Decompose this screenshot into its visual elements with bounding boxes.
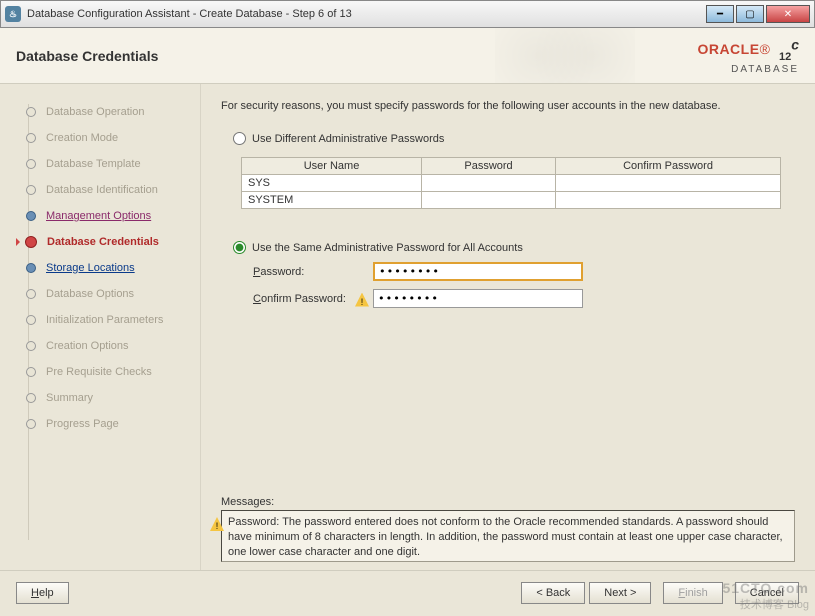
user-cell: SYS (242, 175, 422, 192)
step-database-operation: Database Operation (8, 100, 192, 124)
col-user-name: User Name (242, 158, 422, 175)
step-creation-options: Creation Options (8, 334, 192, 358)
password-field-row: Password: (253, 262, 795, 281)
col-confirm-password: Confirm Password (556, 158, 781, 175)
radio-different-input[interactable] (233, 132, 246, 145)
table-row: SYSTEM (242, 192, 781, 209)
messages-section: Messages: ! Password: The password enter… (221, 496, 795, 562)
brand-name: ORACLE (697, 40, 759, 56)
banner: Database Credentials ORACLE® 12c DATABAS… (0, 28, 815, 84)
confirm-password-field-row: Confirm Password: ! (253, 289, 795, 308)
step-progress-page: Progress Page (8, 412, 192, 436)
table-row: SYS (242, 175, 781, 192)
password-input[interactable] (373, 262, 583, 281)
step-summary: Summary (8, 386, 192, 410)
col-password: Password (422, 158, 556, 175)
minimize-button[interactable]: ━ (706, 5, 734, 23)
password-table: User Name Password Confirm Password SYS … (241, 157, 781, 209)
footer: Help < Back Next > Finish Cancel (0, 570, 815, 614)
message-text: Password: The password entered does not … (228, 515, 788, 557)
back-button[interactable]: < Back (521, 582, 585, 604)
content-area: For security reasons, you must specify p… (200, 84, 815, 570)
radio-same-password[interactable]: Use the Same Administrative Password for… (233, 241, 795, 254)
step-database-template: Database Template (8, 152, 192, 176)
next-button[interactable]: Next > (589, 582, 651, 604)
password-cell[interactable] (422, 175, 556, 192)
close-button[interactable]: ✕ (766, 5, 810, 23)
window-controls: ━ ▢ ✕ (706, 5, 810, 23)
java-icon: ♨ (5, 6, 21, 22)
password-label: Password: (253, 266, 373, 278)
main: Database Operation Creation Mode Databas… (0, 84, 815, 570)
step-storage-locations[interactable]: Storage Locations (8, 256, 192, 280)
step-database-options: Database Options (8, 282, 192, 306)
help-button[interactable]: Help (16, 582, 69, 604)
wizard-sidebar: Database Operation Creation Mode Databas… (0, 84, 200, 570)
password-cell[interactable] (422, 192, 556, 209)
step-database-identification: Database Identification (8, 178, 192, 202)
messages-label: Messages: (221, 496, 795, 508)
page-title: Database Credentials (16, 48, 158, 64)
product-name: DATABASE (697, 65, 799, 75)
confirm-password-input[interactable] (373, 289, 583, 308)
titlebar: ♨ Database Configuration Assistant - Cre… (0, 0, 815, 28)
confirm-password-label: Confirm Password: (253, 293, 373, 305)
step-database-credentials: Database Credentials (8, 230, 192, 254)
maximize-button[interactable]: ▢ (736, 5, 764, 23)
step-management-options[interactable]: Management Options (8, 204, 192, 228)
info-text: For security reasons, you must specify p… (221, 100, 795, 112)
step-creation-mode: Creation Mode (8, 126, 192, 150)
oracle-logo: ORACLE® 12c DATABASE (697, 37, 799, 75)
radio-different-passwords[interactable]: Use Different Administrative Passwords (233, 132, 795, 145)
window-title: Database Configuration Assistant - Creat… (27, 8, 706, 20)
cancel-button[interactable]: Cancel (735, 582, 799, 604)
step-pre-requisite-checks: Pre Requisite Checks (8, 360, 192, 384)
table-header-row: User Name Password Confirm Password (242, 158, 781, 175)
user-cell: SYSTEM (242, 192, 422, 209)
warning-icon: ! (210, 517, 224, 531)
messages-box: ! Password: The password entered does no… (221, 510, 795, 562)
radio-same-input[interactable] (233, 241, 246, 254)
confirm-cell[interactable] (556, 192, 781, 209)
finish-button: Finish (663, 582, 722, 604)
step-initialization-parameters: Initialization Parameters (8, 308, 192, 332)
confirm-cell[interactable] (556, 175, 781, 192)
